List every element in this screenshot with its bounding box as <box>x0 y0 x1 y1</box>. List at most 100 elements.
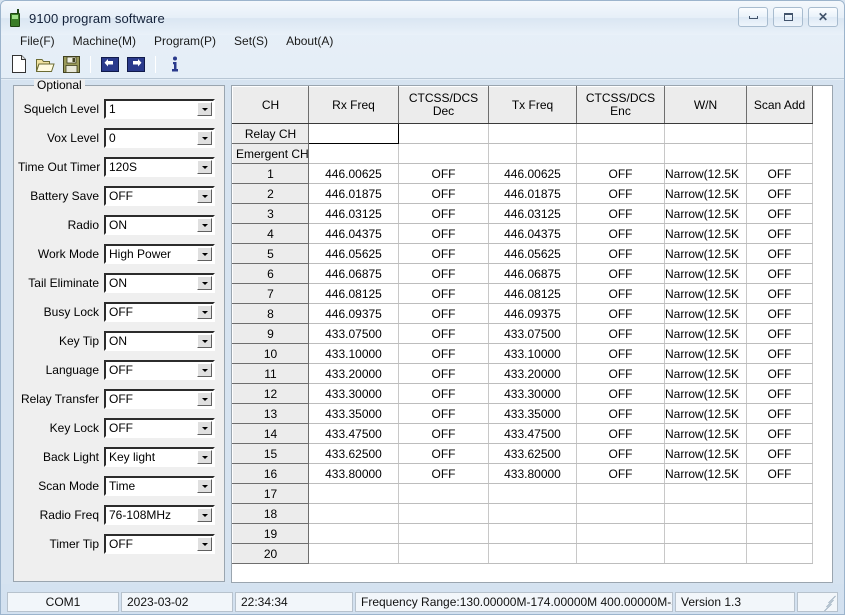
table-row[interactable]: 11 433.20000 OFF 433.20000 OFF Narrow(12.5K) O… <box>232 363 813 384</box>
cell-ctcss-dcs-dec[interactable]: OFF <box>398 183 489 204</box>
cell-rx-freq[interactable]: 446.06875 <box>308 263 399 284</box>
row-header-ch[interactable]: 12 <box>232 383 309 404</box>
cell-scan-add[interactable] <box>746 503 813 524</box>
language-combo[interactable]: OFF <box>104 360 215 380</box>
cell-ctcss-dcs-dec[interactable] <box>398 543 489 564</box>
row-header-ch[interactable]: Relay CH <box>232 123 309 144</box>
chevron-down-icon[interactable] <box>197 363 212 377</box>
cell-scan-add[interactable] <box>746 543 813 564</box>
cell-ctcss-dcs-enc[interactable] <box>576 523 665 544</box>
table-row[interactable]: 17 <box>232 483 813 504</box>
row-header-ch[interactable]: 15 <box>232 443 309 464</box>
cell-scan-add[interactable]: OFF <box>746 163 813 184</box>
cell-tx-freq[interactable]: 433.10000 <box>488 343 577 364</box>
chevron-down-icon[interactable] <box>197 392 212 406</box>
menu-about[interactable]: About(A) <box>277 32 342 50</box>
cell-ctcss-dcs-dec[interactable] <box>398 523 489 544</box>
row-header-ch[interactable]: 1 <box>232 163 309 184</box>
radio-freq-combo[interactable]: 76-108MHz <box>104 505 215 525</box>
cell-tx-freq[interactable]: 433.07500 <box>488 323 577 344</box>
cell-wn[interactable]: Narrow(12.5K) <box>664 263 747 284</box>
cell-ctcss-dcs-dec[interactable] <box>398 503 489 524</box>
cell-tx-freq[interactable] <box>488 143 577 164</box>
time-out-timer-combo[interactable]: 120S <box>104 157 215 177</box>
cell-scan-add[interactable] <box>746 143 813 164</box>
back-light-combo[interactable]: Key light <box>104 447 215 467</box>
cell-ctcss-dcs-enc[interactable]: OFF <box>576 303 665 324</box>
cell-scan-add[interactable]: OFF <box>746 403 813 424</box>
cell-wn[interactable]: Narrow(12.5K) <box>664 303 747 324</box>
menu-file[interactable]: File(F) <box>11 32 64 50</box>
cell-rx-freq[interactable] <box>308 503 399 524</box>
cell-ctcss-dcs-dec[interactable]: OFF <box>398 443 489 464</box>
cell-ctcss-dcs-dec[interactable]: OFF <box>398 243 489 264</box>
cell-tx-freq[interactable]: 446.03125 <box>488 203 577 224</box>
cell-scan-add[interactable] <box>746 523 813 544</box>
read-from-radio-button[interactable] <box>98 53 122 75</box>
cell-wn[interactable]: Narrow(12.5K) <box>664 403 747 424</box>
key-lock-combo[interactable]: OFF <box>104 418 215 438</box>
cell-ctcss-dcs-dec[interactable]: OFF <box>398 383 489 404</box>
cell-ctcss-dcs-enc[interactable]: OFF <box>576 243 665 264</box>
row-header-ch[interactable]: Emergent CH <box>232 143 309 164</box>
chevron-down-icon[interactable] <box>197 450 212 464</box>
cell-tx-freq[interactable]: 433.80000 <box>488 463 577 484</box>
cell-wn[interactable] <box>664 123 747 144</box>
table-row[interactable]: 1 446.00625 OFF 446.00625 OFF Narrow(12.5K) OF… <box>232 163 813 184</box>
table-row[interactable]: 2 446.01875 OFF 446.01875 OFF Narrow(12.5K) OF… <box>232 183 813 204</box>
cell-scan-add[interactable]: OFF <box>746 183 813 204</box>
info-button[interactable] <box>163 53 187 75</box>
cell-wn[interactable]: Narrow(12.5K) <box>664 203 747 224</box>
cell-ctcss-dcs-enc[interactable]: OFF <box>576 383 665 404</box>
cell-ctcss-dcs-enc[interactable]: OFF <box>576 283 665 304</box>
cell-tx-freq[interactable] <box>488 523 577 544</box>
chevron-down-icon[interactable] <box>197 508 212 522</box>
cell-rx-freq[interactable]: 433.07500 <box>308 323 399 344</box>
cell-wn[interactable]: Narrow(12.5K) <box>664 443 747 464</box>
cell-ctcss-dcs-enc[interactable]: OFF <box>576 323 665 344</box>
row-header-ch[interactable]: 19 <box>232 523 309 544</box>
row-header-ch[interactable]: 3 <box>232 203 309 224</box>
table-row[interactable]: 7 446.08125 OFF 446.08125 OFF Narrow(12.5K) OF… <box>232 283 813 304</box>
cell-ctcss-dcs-enc[interactable]: OFF <box>576 223 665 244</box>
table-row[interactable]: 13 433.35000 OFF 433.35000 OFF Narrow(12.5K) O… <box>232 403 813 424</box>
cell-scan-add[interactable]: OFF <box>746 423 813 444</box>
cell-rx-freq[interactable] <box>308 143 399 164</box>
save-button[interactable] <box>59 53 83 75</box>
tail-eliminate-combo[interactable]: ON <box>104 273 215 293</box>
cell-wn[interactable] <box>664 543 747 564</box>
cell-scan-add[interactable]: OFF <box>746 363 813 384</box>
menu-machine[interactable]: Machine(M) <box>64 32 145 50</box>
cell-wn[interactable]: Narrow(12.5K) <box>664 363 747 384</box>
col-wn[interactable]: W/N <box>664 86 747 124</box>
cell-tx-freq[interactable]: 433.62500 <box>488 443 577 464</box>
table-row[interactable]: 10 433.10000 OFF 433.10000 OFF Narrow(12.5K) O… <box>232 343 813 364</box>
table-row[interactable]: 5 446.05625 OFF 446.05625 OFF Narrow(12.5K) OF… <box>232 243 813 264</box>
cell-scan-add[interactable]: OFF <box>746 443 813 464</box>
cell-ctcss-dcs-enc[interactable]: OFF <box>576 203 665 224</box>
cell-ctcss-dcs-enc[interactable] <box>576 543 665 564</box>
cell-tx-freq[interactable]: 433.30000 <box>488 383 577 404</box>
cell-ctcss-dcs-dec[interactable] <box>398 143 489 164</box>
cell-ctcss-dcs-dec[interactable] <box>398 483 489 504</box>
chevron-down-icon[interactable] <box>197 334 212 348</box>
cell-ctcss-dcs-dec[interactable]: OFF <box>398 323 489 344</box>
row-header-ch[interactable]: 5 <box>232 243 309 264</box>
chevron-down-icon[interactable] <box>197 421 212 435</box>
cell-rx-freq[interactable]: 446.05625 <box>308 243 399 264</box>
cell-ctcss-dcs-dec[interactable]: OFF <box>398 203 489 224</box>
write-to-radio-button[interactable] <box>124 53 148 75</box>
new-file-button[interactable] <box>7 53 31 75</box>
cell-rx-freq[interactable]: 433.47500 <box>308 423 399 444</box>
menu-program[interactable]: Program(P) <box>145 32 225 50</box>
cell-ctcss-dcs-dec[interactable]: OFF <box>398 403 489 424</box>
col-tx-freq[interactable]: Tx Freq <box>488 86 577 124</box>
table-row[interactable]: 16 433.80000 OFF 433.80000 OFF Narrow(12.5K) O… <box>232 463 813 484</box>
row-header-ch[interactable]: 11 <box>232 363 309 384</box>
row-header-ch[interactable]: 18 <box>232 503 309 524</box>
resize-grip-icon[interactable] <box>821 595 836 611</box>
cell-wn[interactable] <box>664 143 747 164</box>
cell-tx-freq[interactable]: 446.09375 <box>488 303 577 324</box>
cell-ctcss-dcs-dec[interactable]: OFF <box>398 263 489 284</box>
cell-ctcss-dcs-enc[interactable] <box>576 503 665 524</box>
